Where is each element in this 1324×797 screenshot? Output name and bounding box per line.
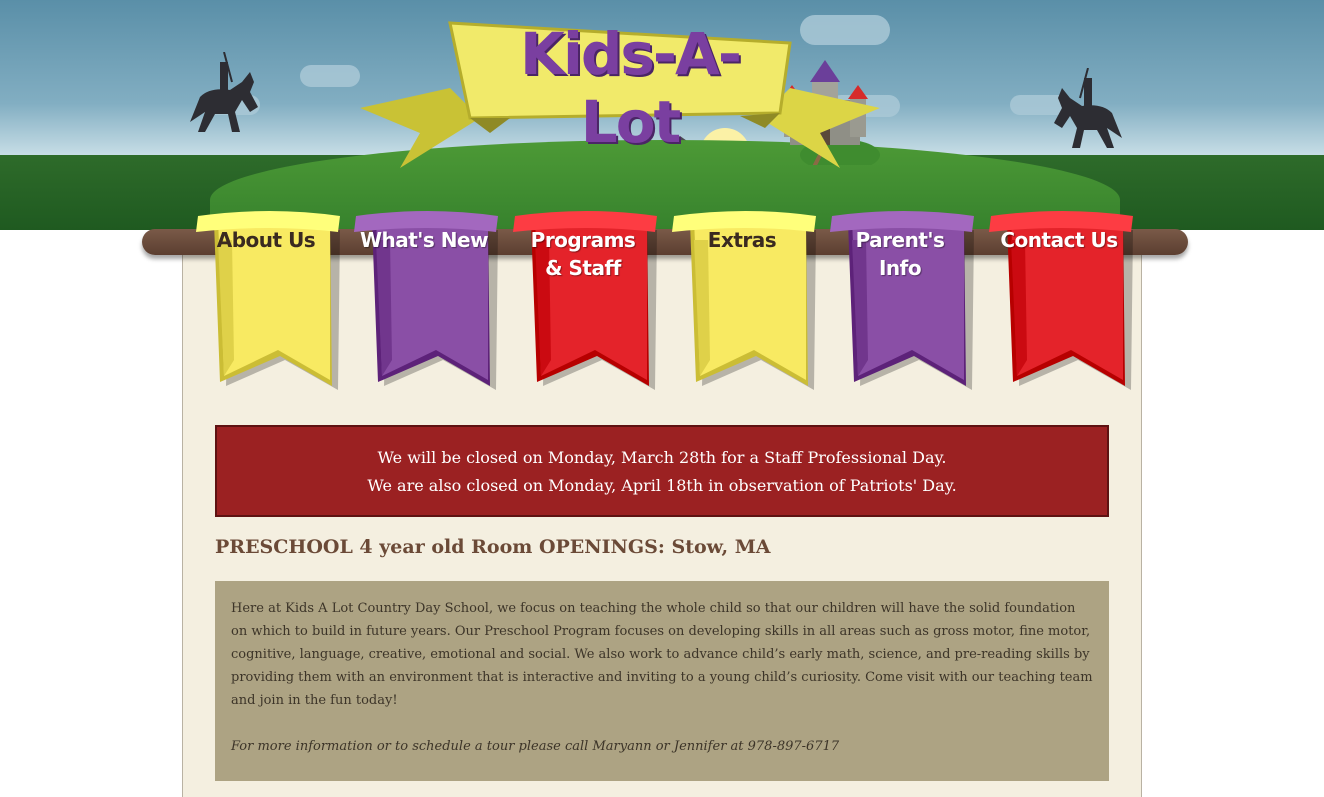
page-title: PRESCHOOL 4 year old Room OPENINGS: Stow… <box>215 536 771 558</box>
nav-item-label: About Us <box>216 228 316 252</box>
nav-item-extras[interactable]: Extras <box>666 210 818 392</box>
alert-line-2: We are also closed on Monday, April 18th… <box>367 476 957 495</box>
knight-on-horse-icon <box>190 52 258 132</box>
site-logo[interactable]: Kids-A-Lot <box>480 20 780 156</box>
nav-item-label: Extras <box>707 228 777 252</box>
header-scene: Kids-A-Lot <box>0 0 1324 230</box>
alert-line-1: We will be closed on Monday, March 28th … <box>377 448 947 467</box>
nav-item-programs-staff[interactable]: Programs & Staff <box>507 210 659 392</box>
nav-item-label: What's New <box>359 228 489 252</box>
closure-alert: We will be closed on Monday, March 28th … <box>215 425 1109 517</box>
nav-item-label: Programs & Staff <box>530 228 636 280</box>
nav-item-about-us[interactable]: About Us <box>190 210 342 392</box>
nav-item-parents-info[interactable]: Parent's Info <box>824 210 976 392</box>
nav-item-label: Parent's Info <box>855 228 945 280</box>
cloud <box>300 65 360 87</box>
intro-paragraph: Here at Kids A Lot Country Day School, w… <box>231 601 1093 708</box>
nav-item-contact-us[interactable]: Contact Us <box>983 210 1135 392</box>
info-box: Here at Kids A Lot Country Day School, w… <box>215 581 1109 781</box>
nav-item-whats-new[interactable]: What's New <box>348 210 500 392</box>
nav-item-label: Contact Us <box>1000 228 1118 252</box>
knight-on-horse-icon <box>1054 68 1122 148</box>
contact-cta: For more information or to schedule a to… <box>231 739 840 754</box>
